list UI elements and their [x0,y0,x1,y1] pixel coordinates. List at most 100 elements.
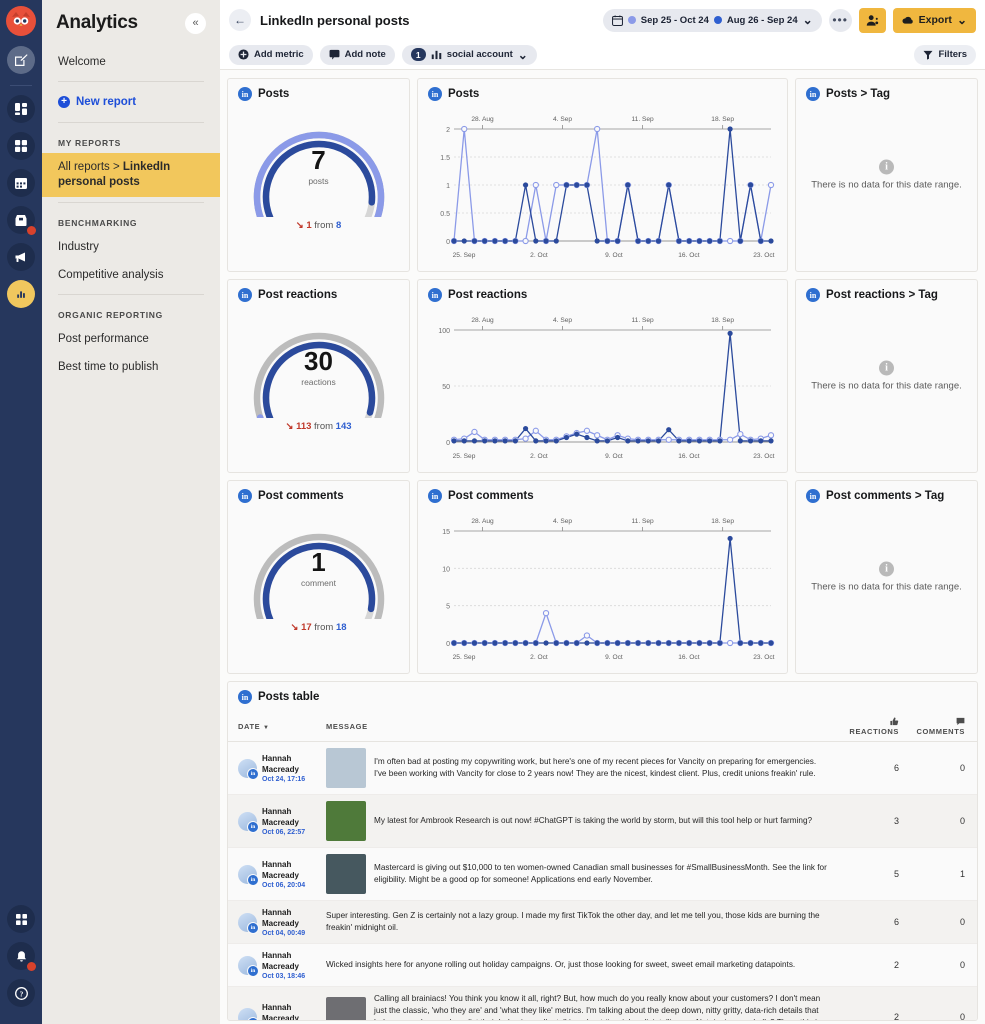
publisher-calendar-icon[interactable] [7,169,35,197]
data-point[interactable] [523,238,528,243]
data-point[interactable] [462,640,467,645]
data-point[interactable] [584,633,589,638]
data-point[interactable] [666,182,671,187]
filters-button[interactable]: Filters [914,45,976,65]
data-point[interactable] [584,182,589,187]
column-header-date[interactable]: DATE ▼ [228,712,320,742]
data-point[interactable] [615,435,620,440]
data-point[interactable] [492,438,497,443]
data-point[interactable] [768,182,773,187]
data-point[interactable] [656,640,661,645]
data-point[interactable] [635,238,640,243]
compose-icon[interactable] [7,46,35,74]
data-point[interactable] [451,640,456,645]
data-point[interactable] [543,238,548,243]
data-point[interactable] [472,238,477,243]
data-point[interactable] [646,438,651,443]
data-point[interactable] [595,238,600,243]
data-point[interactable] [554,438,559,443]
data-point[interactable] [738,438,743,443]
data-point[interactable] [513,438,518,443]
data-point[interactable] [472,640,477,645]
data-point[interactable] [697,640,702,645]
data-point[interactable] [472,438,477,443]
data-point[interactable] [543,640,548,645]
data-point[interactable] [687,438,692,443]
data-point[interactable] [584,640,589,645]
column-header-message[interactable]: MESSAGE [320,712,833,742]
sidebar-item-linkedin-personal-posts[interactable]: All reports > LinkedIn personal posts [42,153,220,197]
sidebar-collapse-icon[interactable]: « [185,13,206,34]
data-point[interactable] [635,438,640,443]
data-point[interactable] [605,438,610,443]
data-point[interactable] [482,438,487,443]
data-point[interactable] [513,640,518,645]
more-options-button[interactable]: ••• [829,9,852,32]
data-point[interactable] [758,438,763,443]
share-button[interactable] [859,8,886,33]
data-point[interactable] [595,438,600,443]
data-point[interactable] [554,640,559,645]
data-point[interactable] [533,438,538,443]
data-point[interactable] [635,640,640,645]
data-point[interactable] [462,438,467,443]
post-thumbnail[interactable] [326,997,366,1021]
data-point[interactable] [584,435,589,440]
data-point[interactable] [472,429,477,434]
data-point[interactable] [492,238,497,243]
social-account-selector[interactable]: 1 social account ⌄ [402,45,537,65]
data-point[interactable] [666,437,671,442]
data-point[interactable] [646,238,651,243]
export-button[interactable]: Export ⌄ [893,8,976,33]
data-point[interactable] [768,640,773,645]
sidebar-item-post-performance[interactable]: Post performance [42,325,220,353]
data-point[interactable] [666,427,671,432]
data-point[interactable] [564,640,569,645]
data-point[interactable] [687,640,692,645]
data-point[interactable] [462,238,467,243]
data-point[interactable] [738,432,743,437]
data-point[interactable] [523,182,528,187]
data-point[interactable] [451,238,456,243]
data-point[interactable] [727,536,732,541]
data-point[interactable] [707,640,712,645]
streams-icon[interactable] [7,95,35,123]
add-metric-button[interactable]: Add metric [229,45,313,65]
data-point[interactable] [717,438,722,443]
data-point[interactable] [748,182,753,187]
data-point[interactable] [727,126,732,131]
data-point[interactable] [697,438,702,443]
data-point[interactable] [727,640,732,645]
data-point[interactable] [533,640,538,645]
data-point[interactable] [523,426,528,431]
data-point[interactable] [513,238,518,243]
data-point[interactable] [482,238,487,243]
data-point[interactable] [533,238,538,243]
data-point[interactable] [564,435,569,440]
sidebar-item-welcome[interactable]: Welcome [42,48,220,76]
post-thumbnail[interactable] [326,801,366,841]
data-point[interactable] [462,126,467,131]
data-point[interactable] [543,611,548,616]
data-point[interactable] [656,438,661,443]
data-point[interactable] [574,182,579,187]
data-point[interactable] [615,238,620,243]
table-row[interactable]: HannahMacreadySep 27, 18:36Calling all b… [228,987,977,1022]
data-point[interactable] [595,126,600,131]
post-thumbnail[interactable] [326,748,366,788]
data-point[interactable] [748,640,753,645]
data-point[interactable] [676,238,681,243]
data-point[interactable] [605,238,610,243]
data-point[interactable] [492,640,497,645]
data-point[interactable] [646,640,651,645]
data-point[interactable] [543,438,548,443]
data-point[interactable] [727,437,732,442]
data-point[interactable] [554,182,559,187]
help-icon[interactable]: ? [7,979,35,1007]
data-point[interactable] [697,238,702,243]
data-point[interactable] [717,640,722,645]
notifications-bell-icon[interactable] [7,942,35,970]
data-point[interactable] [482,640,487,645]
data-point[interactable] [758,640,763,645]
data-point[interactable] [574,640,579,645]
